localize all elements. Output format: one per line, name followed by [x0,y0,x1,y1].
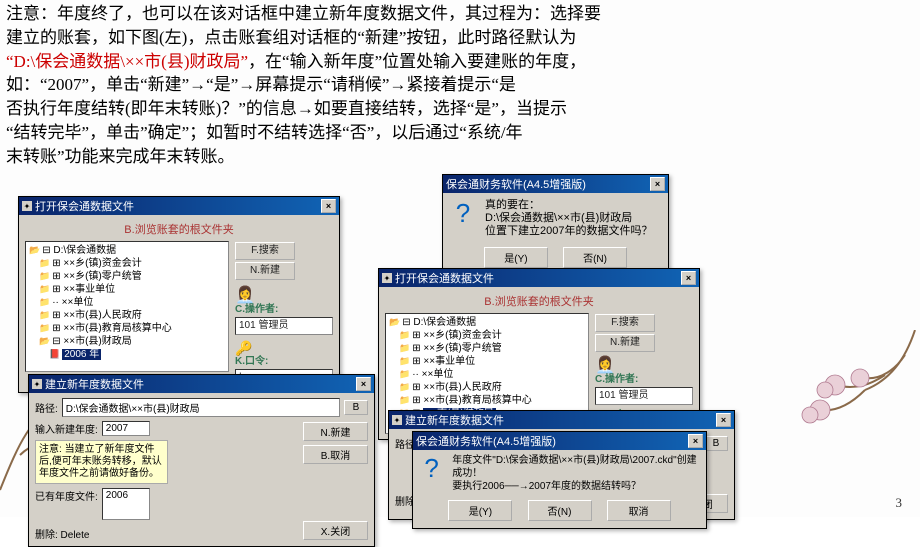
tree-node[interactable]: ⊞ ××市(县)人民政府 [399,381,585,394]
tree-node[interactable]: ⊞ ××市(县)人民政府 [39,309,225,322]
tree-year-node[interactable]: 2006 年 [49,348,225,361]
operator-field[interactable]: 101 管理员 [235,317,333,335]
path-label: 路径: [35,400,58,415]
avatar-icon: 👩‍💼 [235,289,333,303]
dialog-title: 建立新年度数据文件 [45,376,144,392]
delete-hint: 删除: Delete [35,526,297,541]
existing-year-label: 已有年度文件: [35,488,98,503]
new-button[interactable]: N.新建 [303,422,368,441]
msg-line: 真的要在： [485,199,652,212]
tree-node[interactable]: ⊞ ××乡(镇)零户统管 [399,342,585,355]
question-icon: ? [449,199,477,227]
tooltip-note: 注意: 当建立了新年度文件后,便可年末账务转移，默认年度文件之前请做好备份。 [35,440,168,484]
close-icon[interactable]: × [681,271,696,285]
group-label: B.浏览账套的根文件夹 [385,293,693,309]
msg-line: 年度文件"D:\保会通数据\××市(县)财政局\2007.ckd"创建成功！ [452,454,700,480]
cancel-button[interactable]: B.取消 [303,445,368,464]
existing-year-list[interactable]: 2006 [102,488,150,520]
group-label: B.浏览账套的根文件夹 [25,221,333,237]
dialog-title: 打开保会通数据文件 [35,198,134,214]
close-icon[interactable]: × [688,434,703,448]
open-data-file-dialog-left: ✦ 打开保会通数据文件 × B.浏览账套的根文件夹 ⊟ D:\保会通数据 ⊞ ×… [18,196,340,393]
text: 如：“2007”，单击“新建”→“是”→屏幕提示“请稍候”→紧接着提示“是 [6,75,516,94]
close-button[interactable]: X.关闭 [303,521,368,540]
operator-label: C.操作者: [235,304,278,315]
dialog-title: 建立新年度数据文件 [405,412,504,428]
text: 注意：年度终了，也可以在该对话框中建立新年度数据文件，其过程为：选择要 [6,4,601,23]
avatar-icon: 👩‍💼 [595,359,693,373]
browse-button[interactable]: B [344,400,368,415]
text: 末转账”功能来完成年末转账。 [6,147,235,166]
question-icon: ? [419,454,444,482]
no-button[interactable]: 否(N) [528,500,592,521]
text: ，在“输入新年度”位置处输入要建账的年度， [248,52,586,71]
operator-field[interactable]: 101 管理员 [595,387,693,405]
cancel-button[interactable]: 取消 [607,500,671,521]
input-year-field[interactable]: 2007 [102,421,150,436]
msg-line: 要执行2006──→2007年度的数据结转吗？ [452,480,700,493]
path-highlight: “D:\保会通数据\××市(县)财政局” [6,52,248,71]
path-field[interactable]: D:\保会通数据\××市(县)财政局 [62,398,340,417]
app-icon: ✦ [382,273,392,283]
no-button[interactable]: 否(N) [563,247,627,268]
msg-line: D:\保会通数据\××市(县)财政局 [485,212,652,225]
close-icon[interactable]: × [356,377,371,391]
confirm-create-dialog: 保会通财务软件(A4.5增强版) × ? 真的要在： D:\保会通数据\××市(… [442,174,669,272]
dialog-title: 保会通财务软件(A4.5增强版) [416,433,556,449]
new-year-dialog-left: ✦ 建立新年度数据文件 × 路径: D:\保会通数据\××市(县)财政局 B 输… [28,374,375,547]
folder-tree[interactable]: ⊟ D:\保会通数据 ⊞ ××乡(镇)资金会计 ⊞ ××乡(镇)零户统管 ⊞ ×… [25,241,229,372]
close-icon[interactable]: × [321,199,336,213]
tree-node[interactable]: ⊞ ××乡(镇)资金会计 [399,329,585,342]
tree-node-selected[interactable]: ⊟ ××市(县)财政局 [39,335,225,348]
search-button[interactable]: F.搜索 [595,314,655,332]
new-button[interactable]: N.新建 [235,262,295,280]
tree-node[interactable]: ⊞ ××市(县)教育局核算中心 [399,394,585,407]
tree-node[interactable]: ⊞ ××乡(镇)零户统管 [39,270,225,283]
key-icon: 🔑 [235,341,333,355]
yes-button[interactable]: 是(Y) [448,500,512,521]
browse-button[interactable]: B [704,436,728,451]
tree-node[interactable]: ⊞ ××事业单位 [399,355,585,368]
operator-label: C.操作者: [595,374,638,385]
password-label: K.口令: [235,356,268,367]
app-icon: ✦ [392,415,402,425]
text: “结转完毕”，单击”确定”；如暂时不结转选择“否”，以后通过“系统/年 [6,123,523,142]
confirm-rollover-dialog: 保会通财务软件(A4.5增强版) × ? 年度文件"D:\保会通数据\××市(县… [412,431,707,529]
search-button[interactable]: F.搜索 [235,242,295,260]
tree-node[interactable]: ⊞ ××市(县)教育局核算中心 [39,322,225,335]
close-icon[interactable]: × [716,413,731,427]
tree-node[interactable]: ⊞ ××事业单位 [39,283,225,296]
new-button[interactable]: N.新建 [595,334,655,352]
input-year-label: 输入新建年度: [35,421,98,436]
msg-line: 位置下建立2007年的数据文件吗？ [485,225,652,238]
tree-node[interactable]: ·· ××单位 [399,368,585,381]
tree-root[interactable]: ⊟ D:\保会通数据 [29,244,225,257]
tree-root[interactable]: ⊟ D:\保会通数据 [389,316,585,329]
app-icon: ✦ [22,201,32,211]
close-icon[interactable]: × [650,177,665,191]
text: 建立的账套，如下图(左)，点击账套组对话框的“新建”按钮，此时路径默认为 [6,28,576,47]
app-icon: ✦ [32,379,42,389]
text: 否执行年度结转(即年末转账)？”的信息→如要直接结转，选择“是”，当提示 [6,99,567,118]
dialog-title: 打开保会通数据文件 [395,270,494,286]
page-number: 3 [896,495,903,511]
tree-node[interactable]: ·· ××单位 [39,296,225,309]
instruction-paragraph: 注意：年度终了，也可以在该对话框中建立新年度数据文件，其过程为：选择要 建立的账… [6,2,856,169]
yes-button[interactable]: 是(Y) [484,247,548,268]
tree-node[interactable]: ⊞ ××乡(镇)资金会计 [39,257,225,270]
dialog-title: 保会通财务软件(A4.5增强版) [446,176,586,192]
